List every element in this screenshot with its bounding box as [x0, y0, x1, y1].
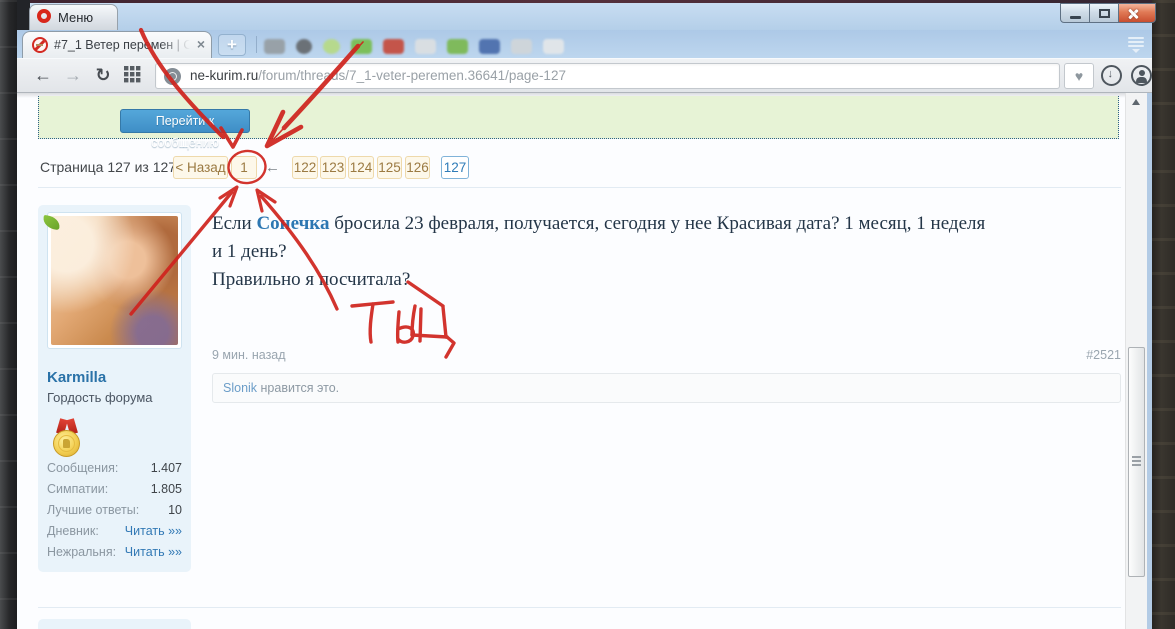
mentioned-user-link[interactable]: Сонечка — [256, 213, 329, 234]
extension-icon[interactable] — [479, 39, 500, 54]
extension-icon[interactable] — [351, 39, 372, 54]
maximize-icon — [1099, 9, 1110, 18]
tab-menu-icon[interactable] — [1128, 37, 1144, 52]
window-right-frame — [1147, 93, 1152, 629]
stat-row: Симпатии: 1.805 — [47, 482, 182, 503]
scrollbar-thumb[interactable] — [1128, 347, 1145, 577]
speed-dial-icon[interactable] — [124, 66, 141, 88]
pagination-page-button[interactable]: 123 — [320, 156, 346, 179]
extension-icon[interactable] — [383, 39, 404, 54]
account-icon[interactable] — [1131, 65, 1152, 86]
jump-to-message-button[interactable]: Перейти к сообщению — [120, 109, 250, 133]
reload-button[interactable]: ↻ — [92, 63, 114, 87]
stat-row: Лучшие ответы: 10 — [47, 503, 182, 524]
read-link[interactable]: Читать »» — [125, 545, 182, 559]
pagination-page-button[interactable]: 126 — [405, 156, 430, 179]
url-path: /forum/threads/7_1-veter-peremen.36641/p… — [258, 68, 566, 83]
menu-button-label: Меню — [58, 10, 93, 25]
page-counter-label: Страница 127 из 127 — [40, 159, 176, 175]
pagination-page-button[interactable]: 124 — [348, 156, 374, 179]
url-host: ne-kurim.ru — [190, 68, 258, 83]
opera-logo-icon — [37, 9, 51, 23]
pagination-page-button[interactable]: 125 — [377, 156, 402, 179]
medal-award-icon — [51, 419, 83, 459]
divider — [38, 607, 1121, 608]
extension-icon[interactable] — [264, 39, 285, 54]
pagination-gap-arrow: ← — [265, 159, 280, 176]
site-badge-icon[interactable] — [164, 68, 181, 85]
extension-icon[interactable] — [296, 39, 312, 54]
stat-row: Нежральня: Читать »» — [47, 545, 182, 566]
read-diary-link[interactable]: Читать »» — [125, 524, 182, 538]
desktop-strip-right — [1152, 0, 1175, 629]
post-number-link[interactable]: #2521 — [1020, 348, 1121, 362]
post-message: Если Сонечка бросила 23 февраля, получае… — [212, 210, 1122, 294]
next-post-card-edge — [38, 619, 191, 629]
opera-menu-button[interactable]: Меню — [29, 4, 118, 31]
tab-close-icon[interactable]: × — [197, 36, 205, 52]
maximize-button[interactable] — [1089, 3, 1119, 23]
extension-icons-row — [264, 39, 564, 55]
extension-icon[interactable] — [415, 39, 436, 54]
forward-button[interactable]: → — [62, 63, 84, 87]
url-text: ne-kurim.ru/forum/threads/7_1-veter-pere… — [190, 64, 566, 88]
tab-active[interactable]: #7_1 Ветер перемен | Стр × — [22, 31, 212, 58]
avatar[interactable] — [47, 212, 182, 349]
minimize-button[interactable] — [1060, 3, 1090, 23]
divider — [38, 187, 1121, 188]
stat-row: Сообщения: 1.407 — [47, 461, 182, 482]
desktop-strip-left — [0, 0, 17, 629]
no-smoking-favicon-icon — [32, 37, 48, 53]
window-controls — [1060, 3, 1157, 24]
bookmark-heart-icon[interactable]: ♥ — [1064, 63, 1094, 89]
toolbar-separator — [256, 36, 257, 53]
pagination-back-button[interactable]: < Назад — [173, 156, 228, 179]
author-name-link[interactable]: Karmilla — [47, 369, 106, 386]
extension-icon[interactable] — [447, 39, 468, 54]
extension-icon[interactable] — [543, 39, 564, 54]
address-bar[interactable]: ne-kurim.ru/forum/threads/7_1-veter-pere… — [155, 63, 1060, 89]
scrollbar-up-button[interactable] — [1125, 95, 1147, 110]
close-button[interactable] — [1118, 3, 1156, 23]
tab-title: #7_1 Ветер перемен | Стр — [54, 38, 190, 52]
extension-icon[interactable] — [511, 39, 532, 54]
downloads-icon[interactable]: ↓ — [1101, 65, 1122, 86]
avatar-image — [51, 216, 178, 345]
minimize-icon — [1070, 16, 1081, 19]
back-button[interactable]: ← — [32, 63, 54, 87]
post-timestamp-link[interactable]: 9 мин. назад — [212, 348, 286, 362]
extension-icon[interactable] — [323, 39, 340, 54]
author-rank: Гордость форума — [47, 390, 153, 405]
likes-bar: Slonik нравится это. — [212, 373, 1121, 403]
up-arrow-icon — [1132, 99, 1140, 105]
pagination-page-button[interactable]: 122 — [292, 156, 318, 179]
new-tab-button[interactable]: + — [218, 34, 246, 56]
screen: Меню #7_1 Ветер перемен | Стр × + ← → ↻ — [0, 0, 1175, 629]
pagination-page-1-button[interactable]: 1 — [231, 156, 257, 179]
pagination-current-page[interactable]: 127 — [441, 156, 469, 179]
titlebar — [17, 3, 1152, 30]
liker-user-link[interactable]: Slonik — [223, 381, 257, 395]
stat-row: Дневник: Читать »» — [47, 524, 182, 545]
